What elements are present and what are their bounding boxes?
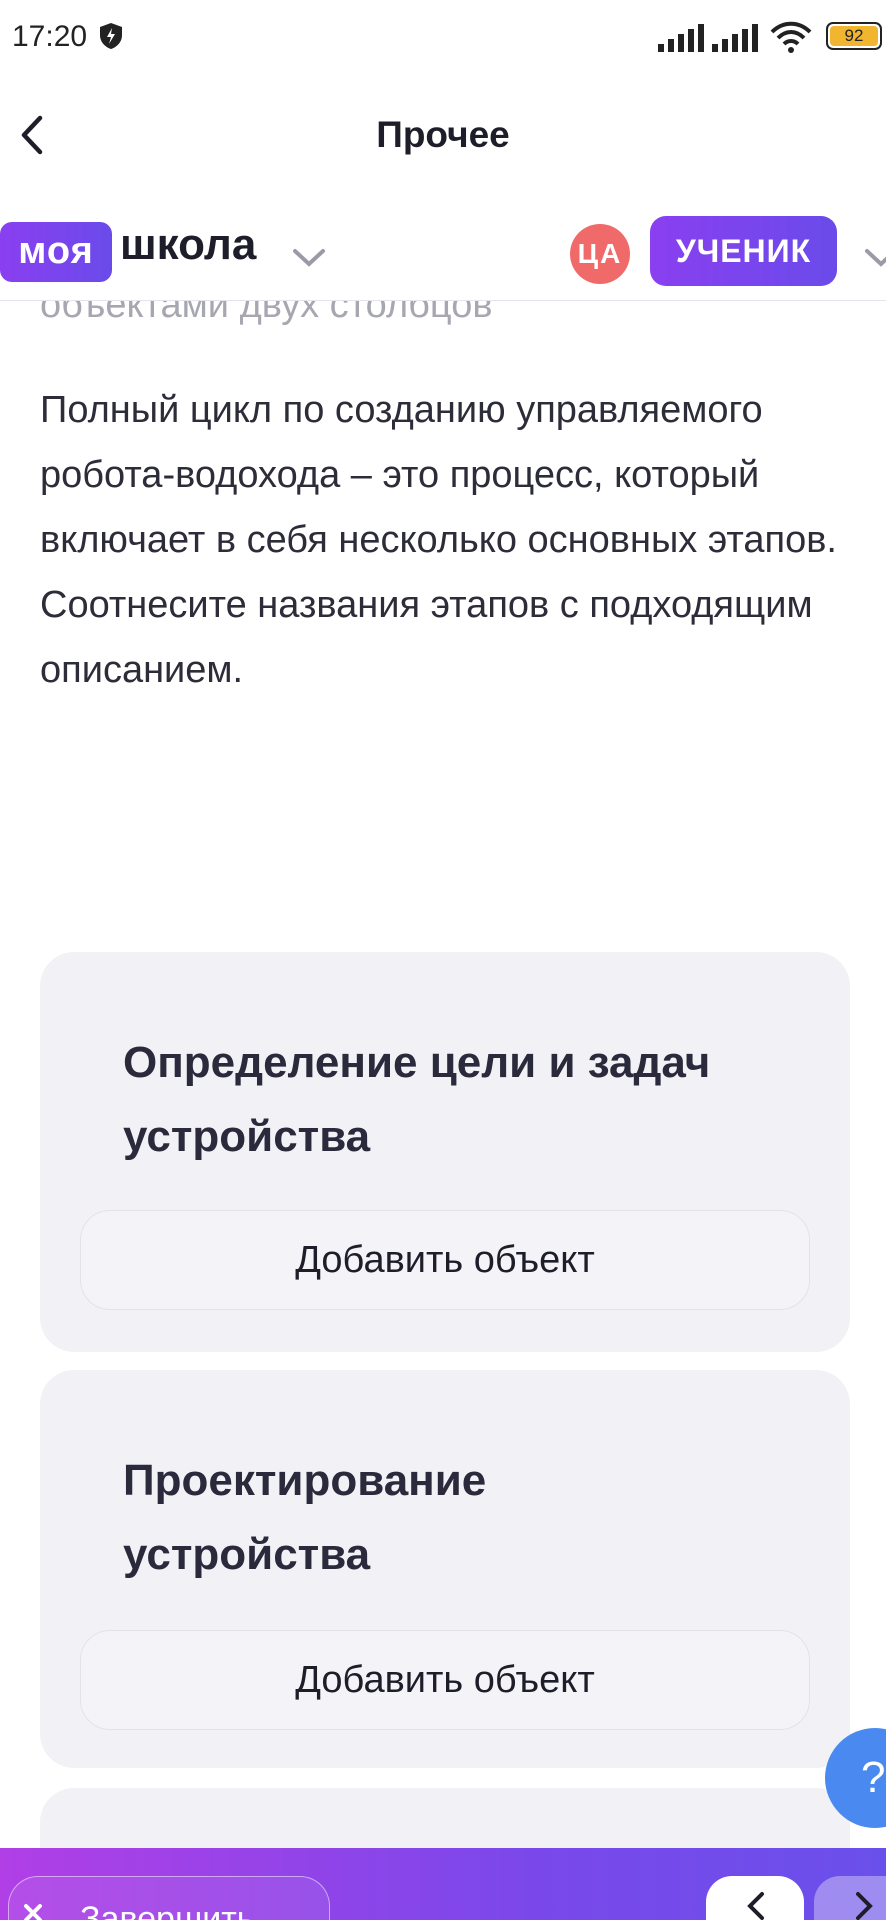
card-title: Определение цели и задач устройства: [123, 1038, 711, 1161]
signal-icon: [658, 24, 704, 52]
question-text: Полный цикл по созданию управляемого роб…: [40, 389, 837, 691]
finish-icon: [24, 1904, 42, 1920]
wifi-icon: [770, 21, 812, 53]
battery-icon: 92: [826, 22, 882, 50]
chevron-down-icon[interactable]: [292, 248, 326, 268]
chevron-left-icon: [747, 1892, 764, 1920]
chevron-right-icon: [856, 1892, 873, 1920]
status-bar: 17:20 92: [0, 0, 886, 74]
add-object-button[interactable]: Добавить объект: [80, 1630, 810, 1730]
top-app-bar: Прочее: [0, 74, 886, 194]
shield-bolt-icon: [100, 23, 122, 49]
match-card: Определение цели и задач устройства Доба…: [40, 952, 850, 1352]
signal-icon: [712, 24, 758, 52]
add-object-button[interactable]: Добавить объект: [80, 1210, 810, 1310]
status-time: 17:20: [12, 20, 88, 53]
avatar[interactable]: ЦА: [570, 224, 630, 284]
role-badge[interactable]: УЧЕНИК: [650, 216, 837, 286]
chevron-down-icon[interactable]: [864, 248, 886, 268]
logo-shkola[interactable]: школа: [120, 220, 256, 270]
battery-level: 92: [830, 26, 878, 46]
next-button[interactable]: [814, 1876, 886, 1920]
page-title: Прочее: [376, 114, 510, 155]
card-title: Проектирование устройства: [123, 1456, 487, 1579]
finish-label: Завершить: [80, 1900, 255, 1920]
match-card: Проектирование устройства Добавить объек…: [40, 1370, 850, 1768]
school-bar: моя школа ЦА УЧЕНИК: [0, 200, 886, 301]
bottom-action-bar: Завершить: [0, 1848, 886, 1920]
logo-moya[interactable]: моя: [0, 222, 112, 282]
prev-button[interactable]: [706, 1876, 804, 1920]
